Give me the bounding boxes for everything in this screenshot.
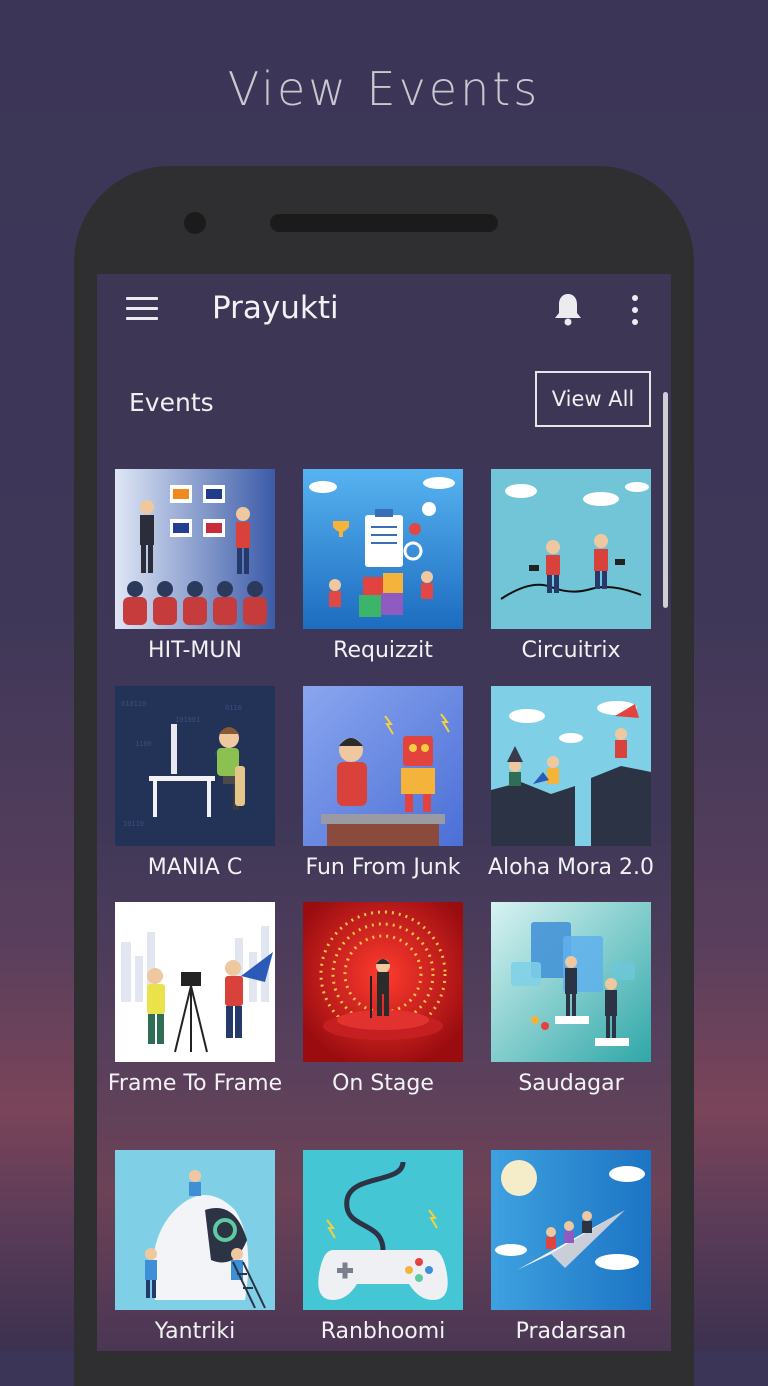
view-all-button[interactable]: View All	[535, 371, 651, 427]
svg-text:1100: 1100	[135, 740, 152, 748]
bell-icon[interactable]	[553, 292, 583, 326]
app-title: Prayukti	[212, 290, 339, 326]
svg-text:0110: 0110	[225, 704, 242, 712]
yantriki-illustration	[115, 1150, 275, 1310]
svg-text:010110: 010110	[121, 700, 146, 708]
event-label: Frame To Frame	[107, 1071, 283, 1096]
pradarsan-illustration	[491, 1150, 651, 1310]
event-label: Fun From Junk	[305, 855, 461, 880]
event-label: Circuitrix	[521, 638, 621, 663]
scrollbar[interactable]	[663, 392, 668, 608]
svg-text:10110: 10110	[123, 820, 144, 828]
fun-from-junk-illustration	[303, 686, 463, 846]
event-label: HIT-MUN	[148, 638, 242, 663]
event-label: Ranbhoomi	[320, 1319, 446, 1344]
phone-speaker	[270, 214, 498, 232]
aloha-mora-illustration	[491, 686, 651, 846]
section-title: Events	[129, 388, 214, 417]
on-stage-illustration	[303, 902, 463, 1062]
saudagar-illustration	[491, 902, 651, 1062]
event-label: Aloha Mora 2.0	[488, 855, 654, 880]
circuitrix-illustration	[491, 469, 651, 629]
event-label: MANIA C	[147, 855, 243, 880]
event-label: Pradarsan	[515, 1319, 627, 1344]
event-label: On Stage	[332, 1071, 434, 1096]
event-label: Requizzit	[333, 638, 433, 663]
app-bar: Prayukti	[97, 274, 671, 346]
svg-text:101001: 101001	[175, 716, 200, 724]
menu-icon[interactable]	[126, 297, 158, 321]
mania-c-illustration: 0101101010010110 110000101110110	[115, 686, 275, 846]
more-vert-icon[interactable]	[625, 294, 645, 326]
phone-camera	[184, 212, 206, 234]
hit-mun-illustration	[115, 469, 275, 629]
frame-to-frame-illustration	[115, 902, 275, 1062]
event-label: Saudagar	[518, 1071, 624, 1096]
page-headline: View Events	[227, 62, 541, 116]
app-screen: Prayukti Events View All HIT-MUN Requizz…	[97, 274, 671, 1351]
ranbhoomi-illustration	[303, 1150, 463, 1310]
event-label: Yantriki	[154, 1319, 236, 1344]
requizzit-illustration	[303, 469, 463, 629]
